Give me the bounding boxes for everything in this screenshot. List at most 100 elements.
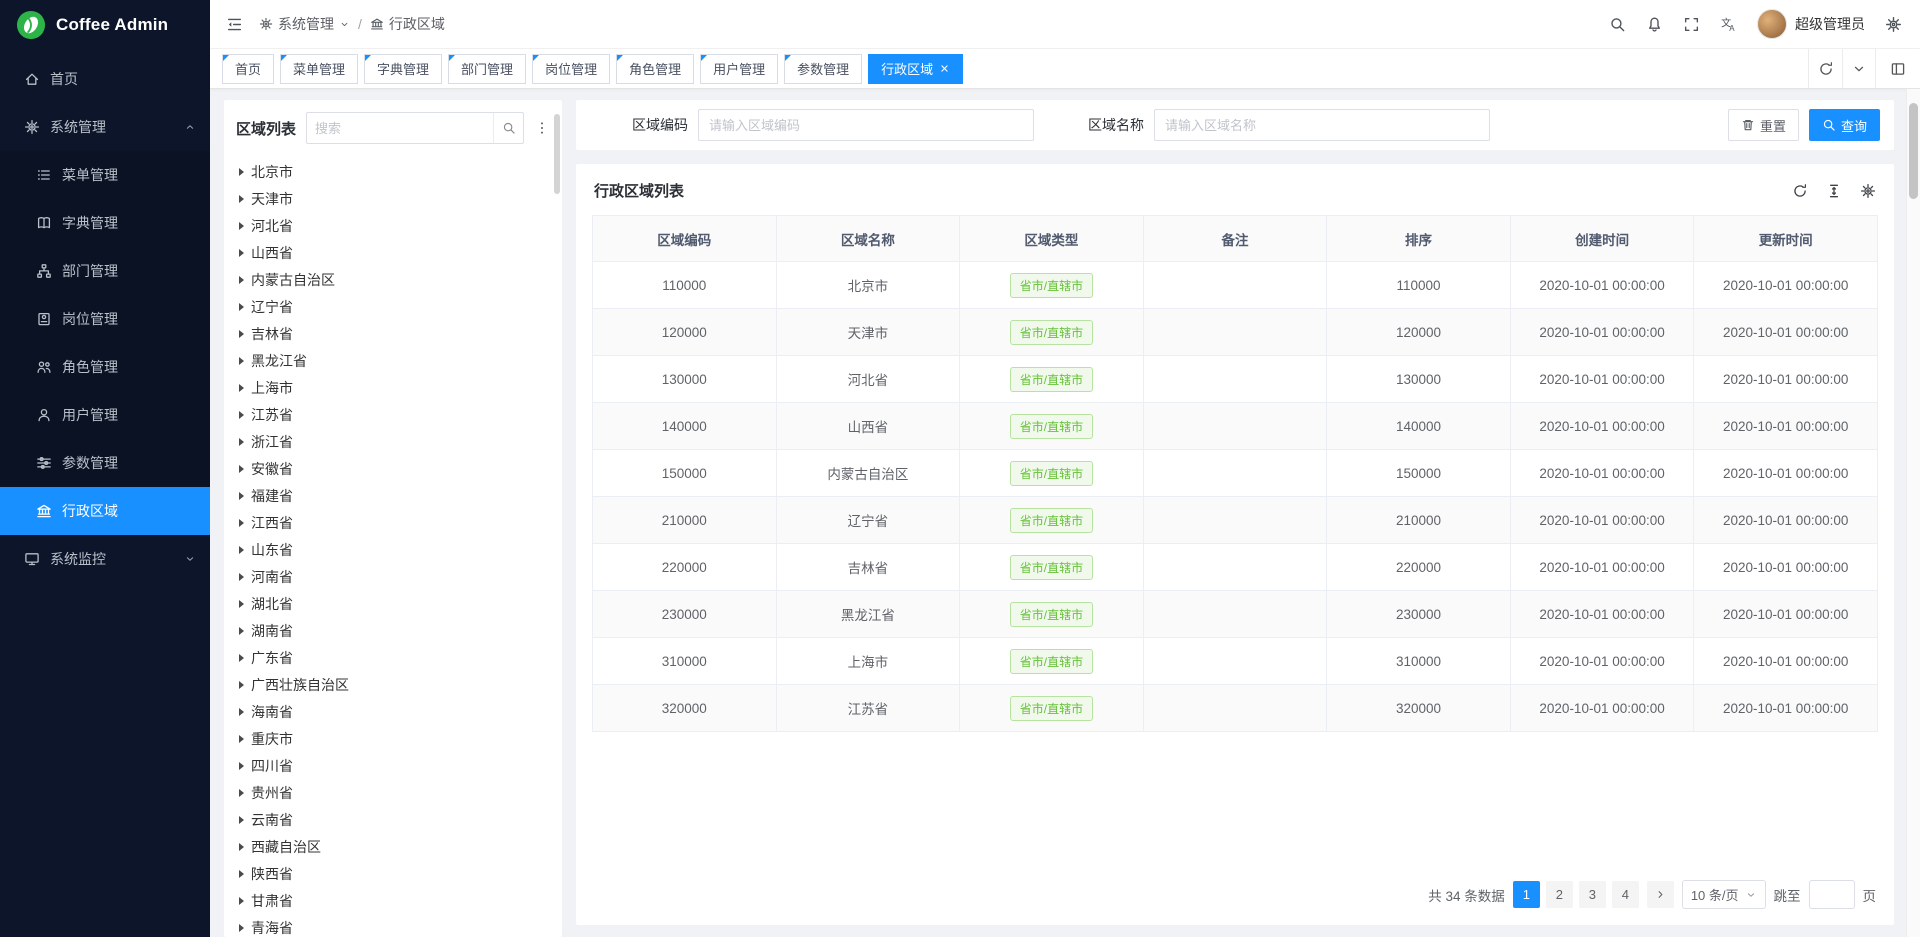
tree-item[interactable]: 浙江省: [224, 428, 562, 455]
more-options-icon[interactable]: [534, 120, 550, 136]
dept-icon: [36, 263, 52, 279]
page-button[interactable]: 2: [1546, 881, 1573, 908]
cell-code: 150000: [593, 450, 777, 497]
sidebar-item[interactable]: 岗位管理: [0, 295, 210, 343]
settings-gear-icon[interactable]: [1860, 183, 1876, 199]
sidebar-item[interactable]: 字典管理: [0, 199, 210, 247]
tab[interactable]: 行政区域: [868, 54, 963, 84]
tree-item[interactable]: 山东省: [224, 536, 562, 563]
table-row[interactable]: 110000北京市省市/直辖市1100002020-10-01 00:00:00…: [593, 262, 1878, 309]
page-button[interactable]: 4: [1612, 881, 1639, 908]
query-button[interactable]: 查询: [1809, 109, 1880, 141]
tree-item[interactable]: 海南省: [224, 698, 562, 725]
tree-item[interactable]: 广西壮族自治区: [224, 671, 562, 698]
sidebar-item[interactable]: 用户管理: [0, 391, 210, 439]
tree-item[interactable]: 湖南省: [224, 617, 562, 644]
tree-item[interactable]: 青海省: [224, 914, 562, 937]
tree-item[interactable]: 河南省: [224, 563, 562, 590]
tree-search-input[interactable]: [307, 121, 493, 136]
tree-item[interactable]: 安徽省: [224, 455, 562, 482]
tree-scrollbar-thumb[interactable]: [554, 114, 560, 194]
tree-item[interactable]: 吉林省: [224, 320, 562, 347]
page-size-select[interactable]: 10 条/页: [1682, 880, 1766, 909]
content: 区域列表 北京市天津市河北省山西省内蒙古自治区辽宁省吉林省黑龙江省上海市江苏省浙…: [210, 89, 1920, 937]
sidebar-item[interactable]: 系统监控: [0, 535, 210, 583]
tab[interactable]: 用户管理: [700, 54, 778, 84]
tree-item[interactable]: 广东省: [224, 644, 562, 671]
table-row[interactable]: 220000吉林省省市/直辖市2200002020-10-01 00:00:00…: [593, 544, 1878, 591]
tree-item[interactable]: 河北省: [224, 212, 562, 239]
layout-icon[interactable]: [1876, 61, 1920, 77]
tab[interactable]: 角色管理: [616, 54, 694, 84]
sidebar-item[interactable]: 菜单管理: [0, 151, 210, 199]
table-row[interactable]: 230000黑龙江省省市/直辖市2300002020-10-01 00:00:0…: [593, 591, 1878, 638]
tree-item[interactable]: 四川省: [224, 752, 562, 779]
tab[interactable]: 首页: [222, 54, 274, 84]
tab[interactable]: 菜单管理: [280, 54, 358, 84]
chevron-down-icon[interactable]: [1842, 49, 1876, 88]
tree-item[interactable]: 陕西省: [224, 860, 562, 887]
tree-item[interactable]: 江西省: [224, 509, 562, 536]
sidebar-item[interactable]: 行政区域: [0, 487, 210, 535]
row-height-icon[interactable]: [1826, 183, 1842, 199]
filter-bar: 区域编码 区域名称 重置 查询: [576, 100, 1894, 150]
sidebar-item[interactable]: 首页: [0, 55, 210, 103]
tab-close-icon[interactable]: [939, 63, 950, 74]
sidebar-item[interactable]: 角色管理: [0, 343, 210, 391]
tab[interactable]: 参数管理: [784, 54, 862, 84]
tab[interactable]: 字典管理: [364, 54, 442, 84]
sidebar-item[interactable]: 部门管理: [0, 247, 210, 295]
tree-item[interactable]: 福建省: [224, 482, 562, 509]
region-table-card: 行政区域列表 区域编码区域名称区域类型备注排序创建时间更新时间 110000北京…: [576, 164, 1894, 925]
page-button[interactable]: 3: [1579, 881, 1606, 908]
tab[interactable]: 岗位管理: [532, 54, 610, 84]
page-scrollbar[interactable]: [1906, 89, 1920, 937]
tree-item[interactable]: 江苏省: [224, 401, 562, 428]
tree-item[interactable]: 西藏自治区: [224, 833, 562, 860]
next-page-button[interactable]: [1647, 881, 1674, 908]
table-row[interactable]: 130000河北省省市/直辖市1300002020-10-01 00:00:00…: [593, 356, 1878, 403]
tree-item[interactable]: 贵州省: [224, 779, 562, 806]
tree-item[interactable]: 上海市: [224, 374, 562, 401]
scrollbar-thumb[interactable]: [1909, 103, 1918, 199]
table-row[interactable]: 140000山西省省市/直辖市1400002020-10-01 00:00:00…: [593, 403, 1878, 450]
table-row[interactable]: 120000天津市省市/直辖市1200002020-10-01 00:00:00…: [593, 309, 1878, 356]
table-row[interactable]: 310000上海市省市/直辖市3100002020-10-01 00:00:00…: [593, 638, 1878, 685]
jump-page-input[interactable]: [1809, 880, 1855, 909]
user-menu[interactable]: 超级管理员: [1757, 9, 1865, 39]
sidebar-item[interactable]: 参数管理: [0, 439, 210, 487]
bell-icon[interactable]: [1646, 16, 1663, 33]
search-icon[interactable]: [1609, 16, 1626, 33]
tree-item[interactable]: 内蒙古自治区: [224, 266, 562, 293]
tree-item[interactable]: 云南省: [224, 806, 562, 833]
table-row[interactable]: 150000内蒙古自治区省市/直辖市1500002020-10-01 00:00…: [593, 450, 1878, 497]
table-row[interactable]: 210000辽宁省省市/直辖市2100002020-10-01 00:00:00…: [593, 497, 1878, 544]
tree-item[interactable]: 山西省: [224, 239, 562, 266]
tab[interactable]: 部门管理: [448, 54, 526, 84]
tree-item[interactable]: 辽宁省: [224, 293, 562, 320]
sidebar-item[interactable]: 系统管理: [0, 103, 210, 151]
tree-item-label: 江西省: [251, 513, 293, 533]
refresh-icon[interactable]: [1808, 49, 1842, 88]
fullscreen-icon[interactable]: [1683, 16, 1700, 33]
tree-item[interactable]: 北京市: [224, 158, 562, 185]
tree-item[interactable]: 黑龙江省: [224, 347, 562, 374]
table-row[interactable]: 320000江苏省省市/直辖市3200002020-10-01 00:00:00…: [593, 685, 1878, 732]
region-name-input[interactable]: [1154, 109, 1490, 141]
tree-item[interactable]: 天津市: [224, 185, 562, 212]
tree-item[interactable]: 湖北省: [224, 590, 562, 617]
table-header: 区域编码区域名称区域类型备注排序创建时间更新时间: [593, 216, 1878, 262]
menu-fold-icon[interactable]: [226, 16, 243, 33]
reset-button[interactable]: 重置: [1728, 109, 1799, 141]
breadcrumb-section[interactable]: 系统管理: [259, 14, 350, 34]
param-icon: [36, 455, 52, 471]
search-icon[interactable]: [493, 113, 523, 143]
cell-code: 110000: [593, 262, 777, 309]
translate-icon[interactable]: 文A: [1720, 16, 1737, 33]
tree-item[interactable]: 重庆市: [224, 725, 562, 752]
tree-item[interactable]: 甘肃省: [224, 887, 562, 914]
region-code-input[interactable]: [698, 109, 1034, 141]
refresh-icon[interactable]: [1792, 183, 1808, 199]
page-button[interactable]: 1: [1513, 881, 1540, 908]
settings-gear-icon[interactable]: [1885, 16, 1902, 33]
